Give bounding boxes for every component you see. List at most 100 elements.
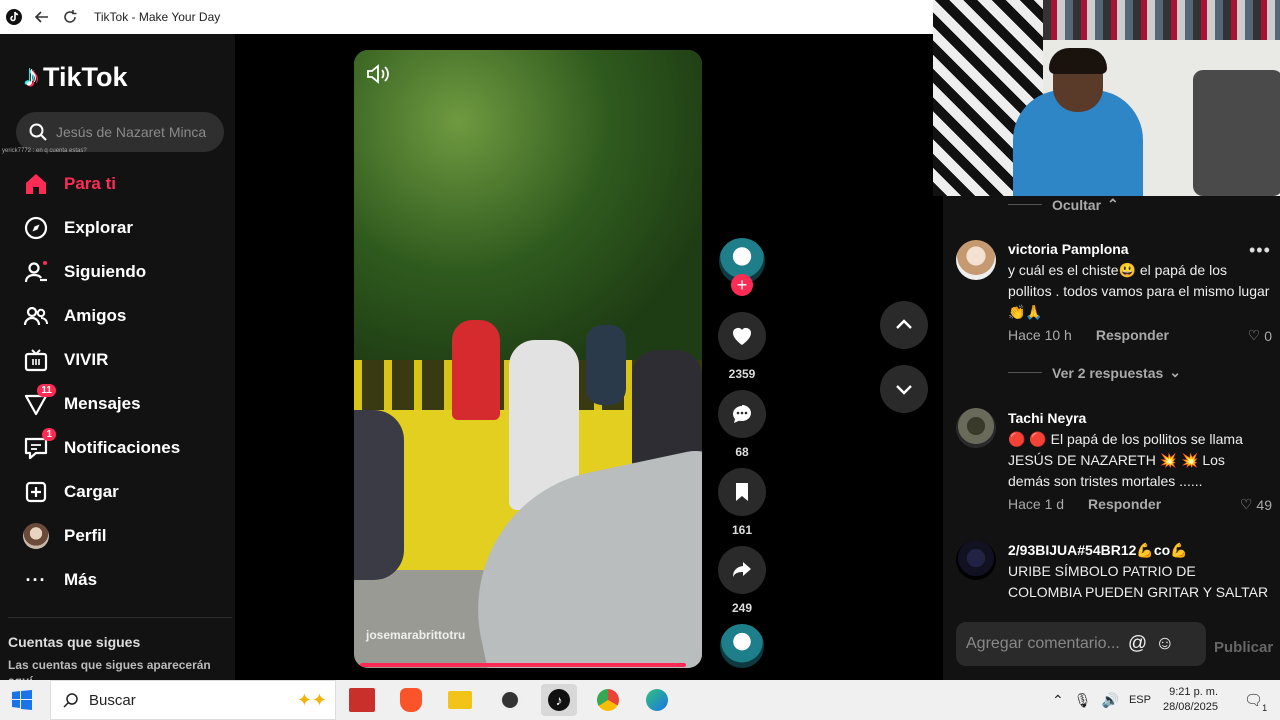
webcam-person-hair <box>1049 48 1107 74</box>
volume-icon[interactable] <box>366 64 390 84</box>
nav-label: Mensajes <box>64 394 141 413</box>
save-button[interactable] <box>718 468 766 516</box>
reload-icon[interactable] <box>56 0 84 34</box>
publish-button[interactable]: Publicar <box>1214 639 1273 656</box>
clock-date: 28/08/2025 <box>1162 701 1219 713</box>
nav-item-cargar[interactable]: Cargar <box>22 476 119 508</box>
video-scene-person <box>586 325 626 405</box>
search-icon <box>63 693 78 708</box>
video-player[interactable]: josemarabrittotru <box>354 50 702 668</box>
nav-label: Para ti <box>64 174 116 193</box>
like-count: 2359 <box>728 367 756 381</box>
heart-outline-icon: ♡ <box>1239 496 1253 512</box>
nav-item-perfil[interactable]: Perfil <box>22 520 107 552</box>
comment-like-count: 0 <box>1264 327 1272 344</box>
nav-item-vivir[interactable]: VIVIR <box>22 344 108 376</box>
clock[interactable]: 9:21 p. m. 28/08/2025 <box>1163 685 1218 715</box>
search-icon <box>29 123 47 141</box>
follow-plus-button[interactable]: + <box>731 274 753 296</box>
next-video-button[interactable] <box>880 365 928 413</box>
webcam-overlay <box>933 0 1280 196</box>
reply-button[interactable]: Responder <box>1088 496 1161 512</box>
like-button[interactable] <box>718 312 766 360</box>
comment-count: 68 <box>735 445 749 459</box>
heart-icon <box>733 328 751 345</box>
share-count: 249 <box>731 601 753 615</box>
nav-label: Siguiendo <box>64 262 147 281</box>
divider-line <box>1008 372 1042 373</box>
nav-label: VIVIR <box>64 350 109 369</box>
nav-item-mas[interactable]: ··· Más <box>22 564 98 596</box>
search-input[interactable]: Jesús de Nazaret Minca <box>16 112 224 152</box>
comment-text: URIBE SÍMBOLO PATRIO DE COLOMBIA PUEDEN … <box>1008 563 1269 600</box>
nav-item-amigos[interactable]: Amigos <box>22 300 126 332</box>
volume-icon[interactable]: 🔊 <box>1102 692 1119 709</box>
save-action[interactable]: 161 <box>718 468 766 537</box>
comment-avatar[interactable] <box>956 540 996 580</box>
search-highlight-icon: ✦✦ <box>296 689 327 710</box>
obs-icon[interactable] <box>492 684 528 716</box>
comment-author[interactable]: Tachi Neyra <box>1008 410 1086 426</box>
share-icon <box>733 562 751 577</box>
comment-avatar[interactable] <box>956 408 996 448</box>
comments-panel: Ocultar ⌃ victoria Pamplona ••• y cuál e… <box>943 196 1280 680</box>
comment-more-icon[interactable]: ••• <box>1249 240 1271 261</box>
chrome-icon[interactable] <box>590 684 626 716</box>
previous-video-button[interactable] <box>880 301 928 349</box>
reply-button[interactable]: Responder <box>1096 327 1169 343</box>
taskbar-search[interactable]: Buscar ✦✦ <box>50 680 336 720</box>
nav-item-explorar[interactable]: Explorar <box>22 212 133 244</box>
nav-item-siguiendo[interactable]: Siguiendo <box>22 256 146 288</box>
heart-outline-icon: ♡ <box>1247 327 1261 343</box>
webcam-clothes-rack <box>1043 0 1280 40</box>
messages-badge: 11 <box>37 384 56 397</box>
chat-overlay-text: yerick7772 : en q cuenta estas? <box>2 148 87 154</box>
comment-action[interactable]: 68 <box>718 390 766 459</box>
emoji-icon[interactable]: ☺ <box>1155 633 1174 655</box>
voicemeeter-icon[interactable] <box>344 684 380 716</box>
video-progress-bar[interactable] <box>360 663 686 667</box>
system-tray: ⌃ 🎙 🔊 ESP 9:21 p. m. 28/08/2025 🗨 1 <box>1052 680 1267 720</box>
share-action[interactable]: 249 <box>718 546 766 615</box>
nav-item-para-ti[interactable]: Para ti <box>22 168 116 200</box>
like-action[interactable]: 2359 <box>718 312 766 381</box>
browser-titlebar: TikTok - Make Your Day <box>0 0 933 34</box>
brave-browser-icon[interactable] <box>393 684 429 716</box>
tiktok-logo[interactable]: ♪ TikTok <box>24 60 128 94</box>
windows-start-icon[interactable] <box>12 690 32 715</box>
nav-item-notificaciones[interactable]: 1 Notificaciones <box>22 428 181 464</box>
nav-item-mensajes[interactable]: 11 Mensajes <box>22 384 141 420</box>
comment-text: y cuál es el chiste😃 el papá de los poll… <box>1008 262 1270 320</box>
comment-icon <box>733 405 751 423</box>
chevron-up-icon[interactable]: ⌃ <box>1052 692 1064 709</box>
comment-input[interactable]: Agregar comentario... @ ☺ <box>956 622 1206 666</box>
nav-label: Explorar <box>64 218 133 237</box>
tiktok-taskbar-icon[interactable]: ♪ <box>541 684 577 716</box>
comment-like[interactable]: ♡ 49 <box>1240 496 1272 513</box>
share-button[interactable] <box>718 546 766 594</box>
notification-center-icon[interactable]: 🗨 1 <box>1244 691 1267 713</box>
windows-taskbar: Buscar ✦✦ ♪ ⌃ 🎙 🔊 ESP 9:21 p. m. 28/08/2… <box>0 680 1280 720</box>
sound-avatar[interactable] <box>720 624 764 668</box>
file-explorer-icon[interactable] <box>442 684 478 716</box>
messages-icon: 11 <box>22 384 56 418</box>
comment-author[interactable]: 2/93BIJUA#54BR12💪co💪 <box>1008 542 1188 559</box>
edge-icon[interactable] <box>639 684 675 716</box>
comment-like[interactable]: ♡ 0 <box>1248 327 1272 344</box>
save-count: 161 <box>731 523 753 537</box>
comment-text: 🔴 🔴 El papá de los pollitos se llama JES… <box>1008 431 1243 489</box>
divider-line <box>1008 204 1042 205</box>
microphone-icon[interactable]: 🎙 <box>1074 692 1092 709</box>
comment-author[interactable]: victoria Pamplona <box>1008 241 1129 257</box>
compass-icon <box>22 214 50 242</box>
comment-avatar[interactable] <box>956 240 996 280</box>
back-icon[interactable] <box>28 0 56 34</box>
language-indicator[interactable]: ESP <box>1129 694 1151 706</box>
view-replies-toggle[interactable]: Ver 2 respuestas ⌄ <box>943 364 1181 381</box>
mention-icon[interactable]: @ <box>1128 633 1147 655</box>
comment-button[interactable] <box>718 390 766 438</box>
hide-replies-toggle[interactable]: Ocultar ⌃ <box>943 196 1119 213</box>
chevron-up-icon: ⌃ <box>1107 196 1119 212</box>
comment-time: Hace 1 d <box>1008 496 1065 512</box>
nav-label: Notificaciones <box>64 438 181 457</box>
